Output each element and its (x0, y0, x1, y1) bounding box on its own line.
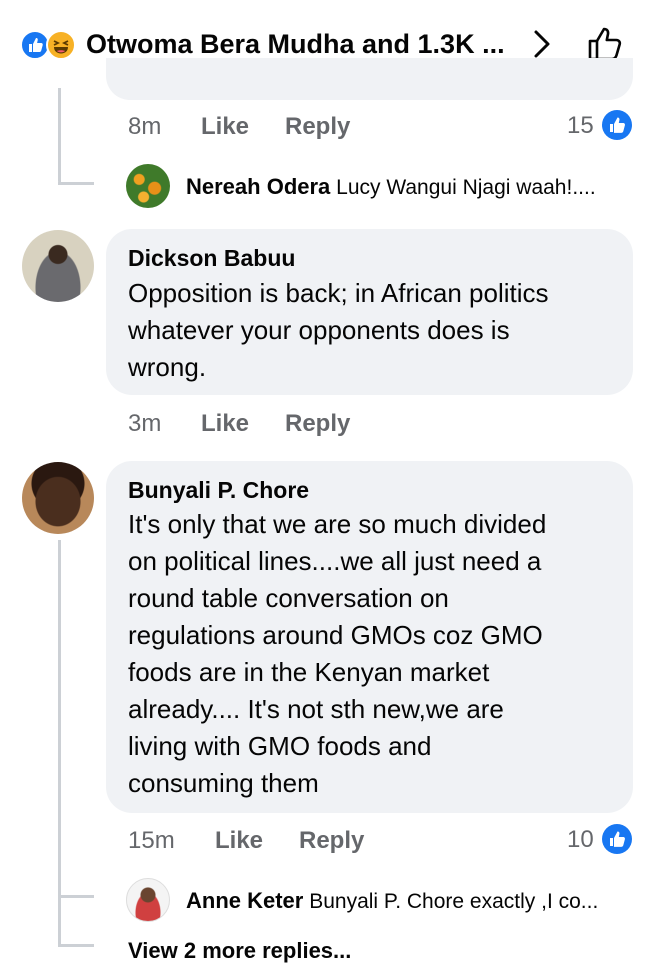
thread-line (58, 182, 94, 185)
comment-time: 3m (128, 410, 162, 437)
reaction-count[interactable]: 10 (567, 826, 594, 854)
avatar[interactable] (22, 462, 94, 534)
view-more-replies-link[interactable]: View 2 more replies... (128, 938, 351, 964)
thread-line (58, 540, 61, 896)
like-icon (602, 110, 632, 140)
thread-line (58, 944, 94, 947)
haha-icon (46, 30, 76, 60)
comment-text: It's only that we are so much divided on… (128, 509, 547, 798)
comment-time: 15m (128, 827, 175, 854)
reaction-summary[interactable] (20, 30, 80, 60)
avatar[interactable] (126, 878, 170, 922)
like-action[interactable]: Like (215, 827, 263, 855)
reply-preview[interactable]: Anne Keter Bunyali P. Chore exactly ,I c… (186, 888, 598, 914)
reply-author[interactable]: Nereah Odera (186, 174, 330, 199)
header-title[interactable]: Otwoma Bera Mudha and 1.3K ... (86, 29, 505, 60)
comment-author[interactable]: Bunyali P. Chore (128, 477, 309, 504)
reply-action[interactable]: Reply (299, 827, 364, 855)
comment-text: Opposition is back; in African politics … (128, 278, 549, 382)
like-action[interactable]: Like (201, 410, 249, 438)
comment-time: 8m (128, 113, 162, 140)
thread-line (58, 88, 61, 184)
comment-author[interactable]: Dickson Babuu (128, 245, 295, 272)
previous-comment-bubble (106, 58, 633, 100)
reply-preview[interactable]: Nereah Odera Lucy Wangui Njagi waah!.... (186, 174, 596, 200)
reaction-count[interactable]: 15 (567, 112, 594, 140)
avatar[interactable] (126, 164, 170, 208)
avatar[interactable] (22, 230, 94, 302)
like-icon (602, 824, 632, 854)
reply-action[interactable]: Reply (285, 410, 350, 438)
chevron-right-icon[interactable] (530, 28, 554, 60)
reply-action[interactable]: Reply (285, 113, 350, 141)
reply-author[interactable]: Anne Keter (186, 888, 303, 913)
reply-text: Bunyali P. Chore exactly ,I co... (309, 890, 599, 913)
reply-text: Lucy Wangui Njagi waah!.... (336, 176, 596, 199)
thread-line (58, 895, 94, 898)
like-action[interactable]: Like (201, 113, 249, 141)
thread-line (58, 895, 61, 945)
